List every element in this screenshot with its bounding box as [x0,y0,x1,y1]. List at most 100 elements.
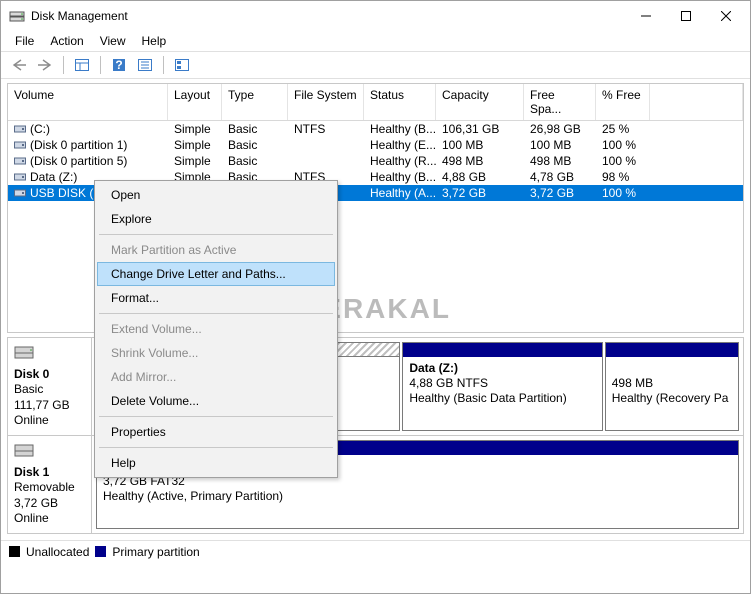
settings-button[interactable] [133,54,157,76]
drive-icon [14,171,26,181]
volume-free: 498 MB [524,153,596,169]
disk-type: Removable [14,480,85,496]
col-layout[interactable]: Layout [168,84,222,120]
forward-button[interactable] [33,54,57,76]
ctx-mark-active: Mark Partition as Active [97,238,335,262]
volume-status: Healthy (R... [364,153,436,169]
list-button[interactable] [170,54,194,76]
menu-help[interactable]: Help [134,32,175,50]
volume-capacity: 498 MB [436,153,524,169]
toolbar-separator [163,56,164,74]
disk-icon [14,344,34,360]
volume-fs: NTFS [288,121,364,137]
volume-pct: 100 % [596,137,650,153]
legend-label: Primary partition [112,545,199,559]
show-hide-console-button[interactable] [70,54,94,76]
volume-type: Basic [222,137,288,153]
app-icon [9,8,25,24]
legend-swatch-primary [95,546,106,557]
volume-layout: Simple [168,137,222,153]
ctx-change-drive-letter[interactable]: Change Drive Letter and Paths... [97,262,335,286]
col-type[interactable]: Type [222,84,288,120]
context-menu: Open Explore Mark Partition as Active Ch… [94,180,338,478]
partition-name: Data (Z:) [409,361,595,376]
drive-icon [14,187,26,197]
partition[interactable]: Data (Z:) 4,88 GB NTFS Healthy (Basic Da… [402,342,602,431]
disk-type: Basic [14,382,85,398]
volume-layout: Simple [168,153,222,169]
svg-text:?: ? [115,58,122,72]
col-volume[interactable]: Volume [8,84,168,120]
menu-view[interactable]: View [92,32,134,50]
maximize-button[interactable] [666,2,706,30]
ctx-format[interactable]: Format... [97,286,335,310]
drive-icon [14,123,26,133]
legend-swatch-unallocated [9,546,20,557]
ctx-delete-volume[interactable]: Delete Volume... [97,389,335,413]
volume-name: (C:) [30,122,50,136]
drive-icon [14,155,26,165]
partition-stripe [403,343,601,357]
ctx-explore[interactable]: Explore [97,207,335,231]
partition[interactable]: 498 MB Healthy (Recovery Pa [605,342,739,431]
ctx-help[interactable]: Help [97,451,335,475]
partition-info: Healthy (Basic Data Partition) [409,391,595,406]
volume-capacity: 3,72 GB [436,185,524,201]
col-pctfree[interactable]: % Free [596,84,650,120]
close-button[interactable] [706,2,746,30]
volume-name: (Disk 0 partition 5) [30,154,127,168]
disk-info[interactable]: Disk 1 Removable 3,72 GB Online [8,436,92,533]
ctx-sep [99,234,333,235]
disk-state: Online [14,511,85,527]
volume-fs [288,144,364,146]
titlebar: Disk Management [1,1,750,31]
toolbar-separator [100,56,101,74]
disk-size: 111,77 GB [14,398,85,414]
col-freespace[interactable]: Free Spa... [524,84,596,120]
ctx-sep [99,447,333,448]
menu-file[interactable]: File [7,32,42,50]
volume-row[interactable]: (Disk 0 partition 5) SimpleBasic Healthy (… [8,153,743,169]
disk-state: Online [14,413,85,429]
volume-capacity: 106,31 GB [436,121,524,137]
partition-info: Healthy (Active, Primary Partition) [103,489,732,504]
ctx-add-mirror: Add Mirror... [97,365,335,389]
menubar: File Action View Help [1,31,750,51]
partition-stripe [606,343,738,357]
col-spacer [650,84,743,120]
minimize-button[interactable] [626,2,666,30]
volume-row[interactable]: (C:)SimpleBasicNTFSHealthy (B...106,31 G… [8,121,743,137]
volume-type: Basic [222,121,288,137]
disk-name: Disk 1 [14,465,85,481]
volume-type: Basic [222,153,288,169]
col-capacity[interactable]: Capacity [436,84,524,120]
volume-row[interactable]: (Disk 0 partition 1) SimpleBasic Healthy (… [8,137,743,153]
legend: Unallocated Primary partition [1,540,750,563]
disk-size: 3,72 GB [14,496,85,512]
volume-capacity: 100 MB [436,137,524,153]
disk-info[interactable]: Disk 0 Basic 111,77 GB Online [8,338,92,435]
menu-action[interactable]: Action [42,32,91,50]
volume-pct: 98 % [596,169,650,185]
ctx-sep [99,313,333,314]
volume-free: 100 MB [524,137,596,153]
ctx-open[interactable]: Open [97,183,335,207]
toolbar: ? [1,51,750,79]
volume-pct: 100 % [596,153,650,169]
help-button[interactable]: ? [107,54,131,76]
volume-status: Healthy (E... [364,137,436,153]
window-title: Disk Management [31,9,626,23]
volume-status: Healthy (B... [364,169,436,185]
volume-name: Data (Z:) [30,170,77,184]
disk-icon [14,442,34,458]
ctx-properties[interactable]: Properties [97,420,335,444]
back-button[interactable] [7,54,31,76]
volume-name: (Disk 0 partition 1) [30,138,127,152]
col-filesystem[interactable]: File System [288,84,364,120]
volume-fs [288,160,364,162]
col-status[interactable]: Status [364,84,436,120]
disk-name: Disk 0 [14,367,85,383]
volume-status: Healthy (A... [364,185,436,201]
drive-icon [14,139,26,149]
volume-layout: Simple [168,121,222,137]
